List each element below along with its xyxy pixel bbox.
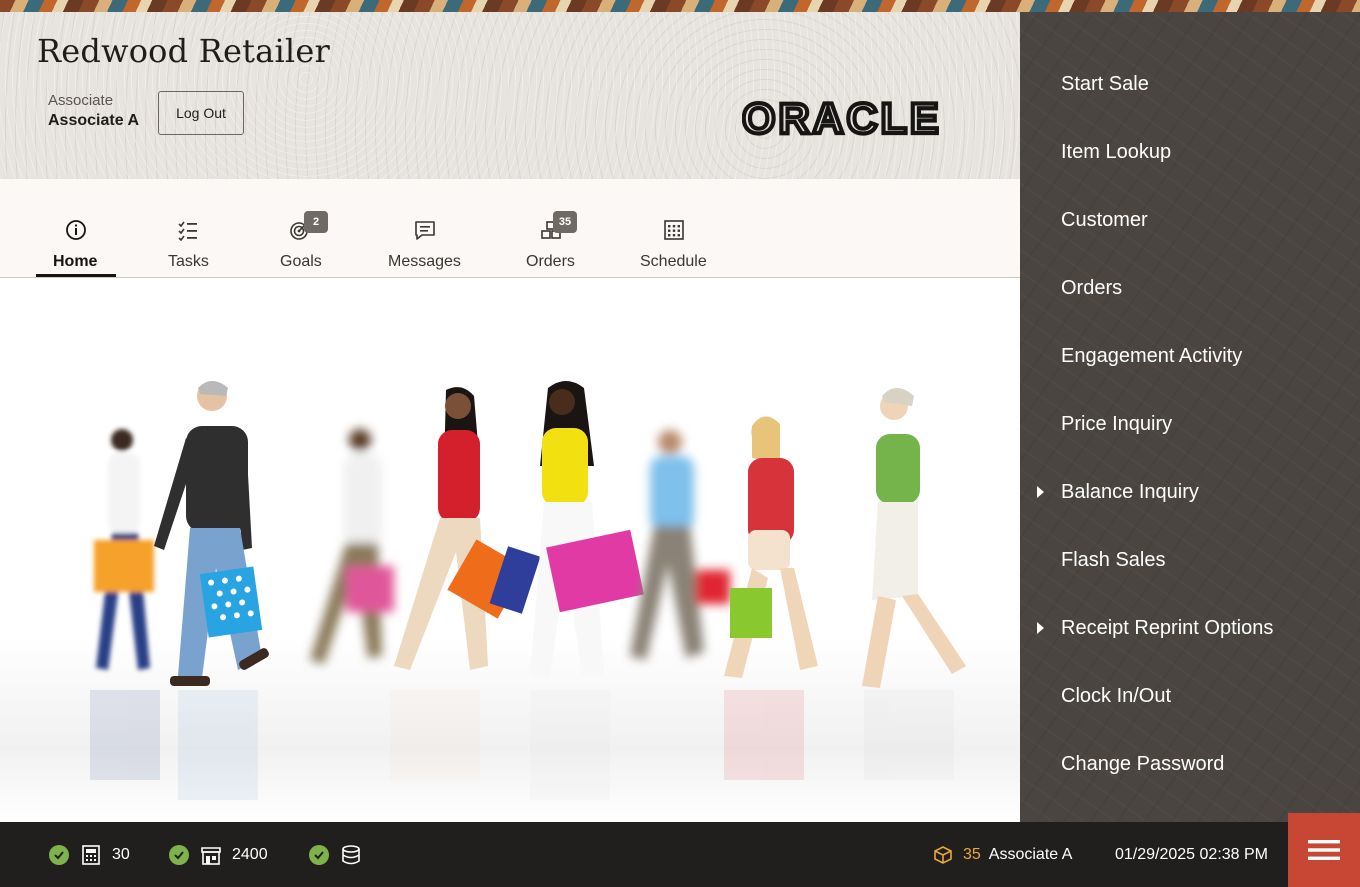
store-icon — [201, 846, 221, 865]
checklist-icon — [178, 221, 197, 241]
menu-item-flash-sales[interactable]: Flash Sales — [1020, 532, 1360, 588]
expand-caret-icon — [1037, 486, 1044, 498]
info-circle-icon — [66, 220, 86, 240]
hamburger-icon — [1308, 840, 1340, 860]
menu-label: Start Sale — [1061, 72, 1149, 95]
oracle-logo: ORACLE — [742, 93, 942, 140]
tab-label: Tasks — [168, 253, 209, 270]
orders-badge: 35 — [553, 211, 577, 233]
menu-label: Item Lookup — [1061, 140, 1172, 163]
svg-text:ORACLE: ORACLE — [742, 95, 942, 140]
chat-icon — [415, 221, 435, 240]
register-number: 30 — [112, 845, 130, 863]
shoppers-illustration — [0, 381, 1020, 822]
tab-schedule[interactable]: Schedule — [634, 179, 714, 277]
menu-label: Clock In/Out — [1061, 684, 1172, 707]
current-associate: Associate A — [988, 845, 1073, 863]
menu-label: Orders — [1061, 276, 1123, 299]
database-icon — [342, 844, 360, 864]
check-circle-icon — [309, 844, 329, 865]
date-time: 01/29/2025 02:38 PM — [1115, 822, 1268, 887]
menu-item-balance-inquiry[interactable]: Balance Inquiry — [1020, 464, 1360, 520]
tab-label: Home — [53, 253, 98, 270]
store-name: Redwood Retailer — [37, 32, 330, 70]
check-circle-icon — [49, 844, 69, 865]
package-icon — [934, 845, 952, 864]
app-header: Redwood Retailer Associate Associate A L… — [0, 12, 1020, 179]
hero-image — [0, 278, 1020, 822]
associate-role: Associate — [48, 92, 114, 109]
expand-caret-icon — [1037, 622, 1044, 634]
menu-item-orders[interactable]: Orders — [1020, 260, 1360, 316]
logout-button[interactable]: Log Out — [158, 91, 244, 135]
menu-item-receipt-reprint-options[interactable]: Receipt Reprint Options — [1020, 600, 1360, 656]
menu-item-customer[interactable]: Customer — [1020, 192, 1360, 248]
database-status — [309, 822, 362, 887]
menu-item-item-lookup[interactable]: Item Lookup — [1020, 124, 1360, 180]
menu-label: Balance Inquiry — [1061, 480, 1199, 503]
orders-status[interactable]: 35 Associate A — [933, 822, 1072, 887]
associate-name: Associate A — [48, 112, 139, 129]
menu-label: Receipt Reprint Options — [1061, 616, 1274, 639]
menu-label: Flash Sales — [1061, 548, 1166, 571]
tab-label: Schedule — [640, 253, 707, 270]
menu-toggle-button[interactable] — [1288, 813, 1360, 887]
check-circle-icon — [169, 844, 189, 865]
tab-label: Goals — [280, 253, 322, 270]
register-status: 30 — [49, 822, 130, 887]
store-status: 2400 — [169, 822, 268, 887]
tab-orders[interactable]: 35 Orders — [510, 179, 592, 277]
store-number: 2400 — [232, 845, 268, 863]
menu-label: Customer — [1061, 208, 1148, 231]
tab-label: Messages — [388, 253, 461, 270]
menu-item-price-inquiry[interactable]: Price Inquiry — [1020, 396, 1360, 452]
menu-label: Price Inquiry — [1061, 412, 1173, 435]
orders-count: 35 — [963, 845, 981, 863]
calendar-icon — [664, 220, 684, 240]
tab-home[interactable]: Home — [36, 179, 116, 277]
menu-item-start-sale[interactable]: Start Sale — [1020, 56, 1360, 112]
status-bar: 30 2400 35 Associate A 01/29/2025 02:38 … — [0, 822, 1360, 887]
decorative-banner — [0, 0, 1360, 12]
tab-messages[interactable]: Messages — [384, 179, 466, 277]
main-menu: Start Sale Item Lookup Customer Orders E… — [1020, 12, 1360, 822]
datetime-text: 01/29/2025 02:38 PM — [1115, 845, 1269, 863]
tab-label: Orders — [526, 253, 575, 270]
menu-item-change-password[interactable]: Change Password — [1020, 736, 1360, 792]
register-icon — [82, 844, 100, 865]
menu-item-engagement-activity[interactable]: Engagement Activity — [1020, 328, 1360, 384]
menu-label: Engagement Activity — [1061, 344, 1243, 367]
menu-item-clock-in-out[interactable]: Clock In/Out — [1020, 668, 1360, 724]
menu-label: Change Password — [1061, 752, 1225, 775]
tab-tasks[interactable]: Tasks — [148, 179, 228, 277]
goals-badge: 2 — [304, 211, 328, 233]
tab-goals[interactable]: 2 Goals — [260, 179, 340, 277]
tab-bar: Home Tasks 2 Goals Messages 35 Orders Sc… — [0, 179, 1020, 278]
